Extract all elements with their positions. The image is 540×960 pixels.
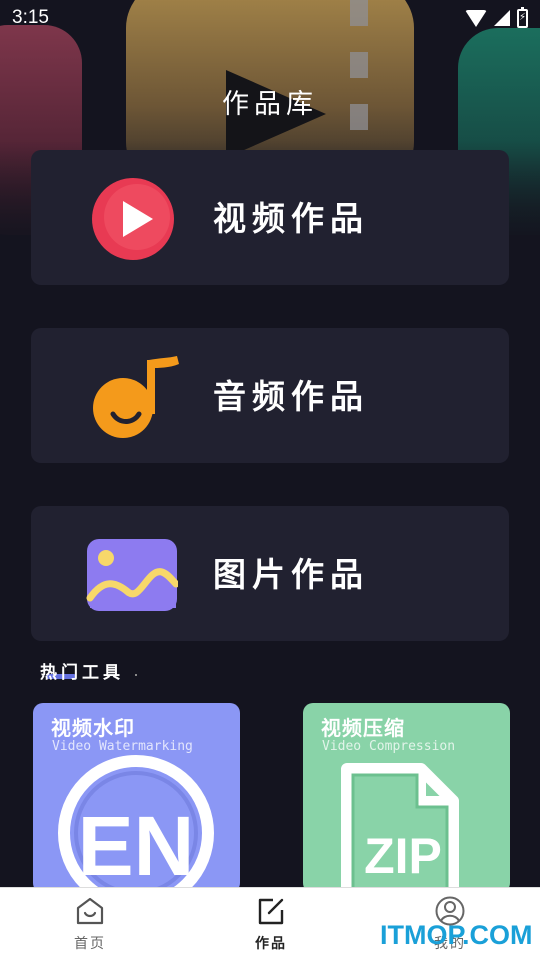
nav-works[interactable]: 作品	[226, 896, 316, 953]
tool-watermark-subtitle: Video Watermarking	[52, 739, 193, 754]
svg-text:ZIP: ZIP	[364, 828, 442, 884]
signal-icon	[494, 10, 510, 26]
card-video-label: 视频作品	[213, 199, 369, 238]
status-time: 3:15	[12, 7, 49, 28]
wifi-icon	[465, 9, 487, 27]
svg-text:EN: EN	[78, 799, 195, 893]
section-dot	[135, 674, 137, 676]
tool-watermark-title: 视频水印	[51, 716, 135, 740]
nav-works-label: 作品	[255, 936, 287, 952]
card-video-works[interactable]: 视频作品	[31, 150, 509, 285]
music-note-icon	[93, 356, 179, 438]
edit-icon	[258, 898, 284, 925]
tool-compression-subtitle: Video Compression	[322, 739, 456, 754]
status-icons: ⚡	[465, 6, 528, 28]
card-image-works[interactable]: 图片作品	[31, 506, 509, 641]
status-bar: 3:15 ⚡	[0, 0, 540, 36]
tool-video-watermark[interactable]: EN 视频水印 Video Watermarking	[33, 703, 240, 893]
tool-compression-title: 视频压缩	[321, 716, 405, 740]
hot-tools-title: 热门工具	[40, 663, 124, 683]
tool-video-compression[interactable]: ZIP 视频压缩 Video Compression	[303, 703, 510, 893]
card-audio-works[interactable]: 音频作品	[31, 328, 509, 463]
card-image-label: 图片作品	[213, 555, 369, 594]
battery-icon: ⚡	[517, 6, 528, 28]
nav-home[interactable]: 首页	[45, 896, 135, 953]
site-watermark: ITMOP.COM	[380, 920, 533, 950]
nav-home-label: 首页	[74, 936, 106, 952]
home-smile-icon	[76, 897, 104, 925]
page-title: 作品库	[222, 89, 318, 120]
card-audio-label: 音频作品	[213, 377, 369, 416]
video-play-icon	[92, 178, 174, 260]
image-icon	[86, 539, 178, 611]
